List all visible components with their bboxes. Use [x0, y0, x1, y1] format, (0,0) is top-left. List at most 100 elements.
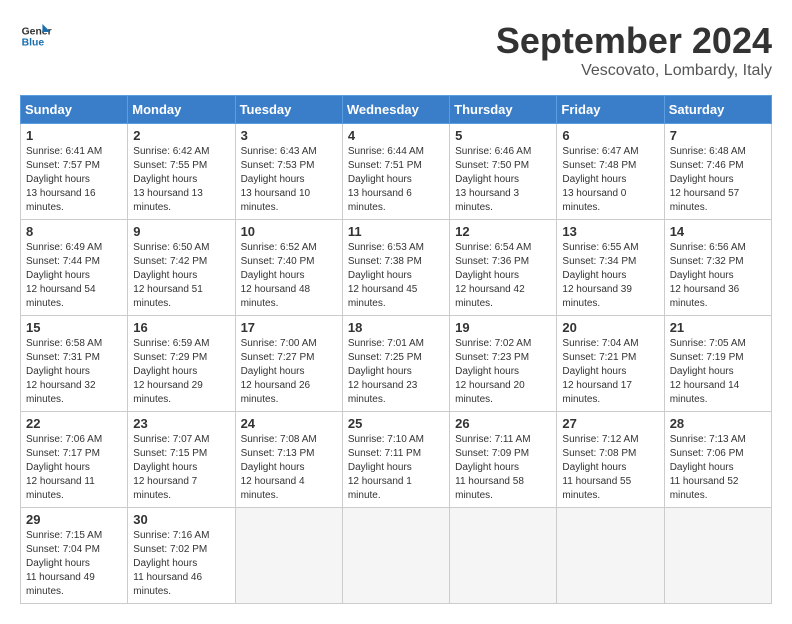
list-item: 24 Sunrise: 7:08 AMSunset: 7:13 PMDayligh… — [235, 412, 342, 508]
cell-info: Sunrise: 6:49 AMSunset: 7:44 PMDaylight … — [26, 241, 122, 311]
table-row: 15 Sunrise: 6:58 AMSunset: 7:31 PMDayligh… — [21, 316, 772, 412]
list-item: 5 Sunrise: 6:46 AMSunset: 7:50 PMDaylight… — [450, 124, 557, 220]
header-thursday: Thursday — [450, 96, 557, 124]
list-item: 15 Sunrise: 6:58 AMSunset: 7:31 PMDayligh… — [21, 316, 128, 412]
title-section: September 2024 Vescovato, Lombardy, Ital… — [496, 20, 772, 80]
day-number: 21 — [670, 320, 766, 335]
calendar-table: Sunday Monday Tuesday Wednesday Thursday… — [20, 95, 772, 604]
list-item: 23 Sunrise: 7:07 AMSunset: 7:15 PMDayligh… — [128, 412, 235, 508]
day-number: 13 — [562, 224, 658, 239]
list-item: 29Sunrise: 7:15 AMSunset: 7:04 PMDayligh… — [21, 508, 128, 604]
cell-info: Sunrise: 7:04 AMSunset: 7:21 PMDaylight … — [562, 337, 658, 407]
cell-info: Sunrise: 6:56 AMSunset: 7:32 PMDaylight … — [670, 241, 766, 311]
day-number: 28 — [670, 416, 766, 431]
day-number: 27 — [562, 416, 658, 431]
list-item: 14 Sunrise: 6:56 AMSunset: 7:32 PMDayligh… — [664, 220, 771, 316]
list-item — [664, 508, 771, 604]
cell-info: Sunrise: 6:53 AMSunset: 7:38 PMDaylight … — [348, 241, 444, 311]
day-number: 5 — [455, 128, 551, 143]
list-item: 27 Sunrise: 7:12 AMSunset: 7:08 PMDayligh… — [557, 412, 664, 508]
day-number: 19 — [455, 320, 551, 335]
day-number: 15 — [26, 320, 122, 335]
list-item: 17 Sunrise: 7:00 AMSunset: 7:27 PMDayligh… — [235, 316, 342, 412]
cell-info: Sunrise: 7:00 AMSunset: 7:27 PMDaylight … — [241, 337, 337, 407]
cell-info: Sunrise: 7:13 AMSunset: 7:06 PMDaylight … — [670, 433, 766, 503]
header-tuesday: Tuesday — [235, 96, 342, 124]
day-number: 6 — [562, 128, 658, 143]
list-item — [450, 508, 557, 604]
list-item: 22Sunrise: 7:06 AMSunset: 7:17 PMDayligh… — [21, 412, 128, 508]
cell-info: Sunrise: 6:48 AMSunset: 7:46 PMDaylight … — [670, 145, 766, 215]
day-number: 12 — [455, 224, 551, 239]
day-number: 8 — [26, 224, 122, 239]
header-monday: Monday — [128, 96, 235, 124]
cell-info: Sunrise: 7:12 AMSunset: 7:08 PMDaylight … — [562, 433, 658, 503]
day-number: 18 — [348, 320, 444, 335]
list-item: 21 Sunrise: 7:05 AMSunset: 7:19 PMDayligh… — [664, 316, 771, 412]
day-number: 7 — [670, 128, 766, 143]
header-friday: Friday — [557, 96, 664, 124]
cell-info: Sunrise: 7:05 AMSunset: 7:19 PMDaylight … — [670, 337, 766, 407]
cell-info: Sunrise: 7:08 AMSunset: 7:13 PMDaylight … — [241, 433, 337, 503]
day-number: 10 — [241, 224, 337, 239]
table-row: 29Sunrise: 7:15 AMSunset: 7:04 PMDayligh… — [21, 508, 772, 604]
logo: General Blue — [20, 20, 52, 52]
list-item: 30Sunrise: 7:16 AMSunset: 7:02 PMDayligh… — [128, 508, 235, 604]
list-item: 13Sunrise: 6:55 AMSunset: 7:34 PMDayligh… — [557, 220, 664, 316]
cell-info: Sunrise: 7:07 AMSunset: 7:15 PMDaylight … — [133, 433, 229, 503]
list-item: 18Sunrise: 7:01 AMSunset: 7:25 PMDayligh… — [342, 316, 449, 412]
page-header: General Blue September 2024 Vescovato, L… — [20, 20, 772, 80]
day-number: 17 — [241, 320, 337, 335]
day-number: 25 — [348, 416, 444, 431]
cell-info: Sunrise: 7:10 AMSunset: 7:11 PMDaylight … — [348, 433, 444, 503]
day-number: 30 — [133, 512, 229, 527]
day-number: 1 — [26, 128, 122, 143]
table-row: 22Sunrise: 7:06 AMSunset: 7:17 PMDayligh… — [21, 412, 772, 508]
list-item: 19Sunrise: 7:02 AMSunset: 7:23 PMDayligh… — [450, 316, 557, 412]
list-item: 20 Sunrise: 7:04 AMSunset: 7:21 PMDayligh… — [557, 316, 664, 412]
list-item: 3 Sunrise: 6:43 AMSunset: 7:53 PMDaylight… — [235, 124, 342, 220]
cell-info: Sunrise: 6:46 AMSunset: 7:50 PMDaylight … — [455, 145, 551, 215]
day-number: 24 — [241, 416, 337, 431]
header-wednesday: Wednesday — [342, 96, 449, 124]
list-item: 1 Sunrise: 6:41 AMSunset: 7:57 PMDaylight… — [21, 124, 128, 220]
list-item: 7 Sunrise: 6:48 AMSunset: 7:46 PMDaylight… — [664, 124, 771, 220]
cell-info: Sunrise: 7:06 AMSunset: 7:17 PMDaylight … — [26, 433, 122, 503]
list-item: 25 Sunrise: 7:10 AMSunset: 7:11 PMDayligh… — [342, 412, 449, 508]
list-item: 9Sunrise: 6:50 AMSunset: 7:42 PMDaylight… — [128, 220, 235, 316]
day-number: 26 — [455, 416, 551, 431]
location-title: Vescovato, Lombardy, Italy — [496, 62, 772, 80]
cell-info: Sunrise: 6:41 AMSunset: 7:57 PMDaylight … — [26, 145, 122, 215]
list-item: 4Sunrise: 6:44 AMSunset: 7:51 PMDaylight… — [342, 124, 449, 220]
cell-info: Sunrise: 6:44 AMSunset: 7:51 PMDaylight … — [348, 145, 444, 215]
day-number: 14 — [670, 224, 766, 239]
header-row: Sunday Monday Tuesday Wednesday Thursday… — [21, 96, 772, 124]
cell-info: Sunrise: 6:43 AMSunset: 7:53 PMDaylight … — [241, 145, 337, 215]
day-number: 20 — [562, 320, 658, 335]
list-item — [557, 508, 664, 604]
cell-info: Sunrise: 6:52 AMSunset: 7:40 PMDaylight … — [241, 241, 337, 311]
cell-info: Sunrise: 6:47 AMSunset: 7:48 PMDaylight … — [562, 145, 658, 215]
cell-info: Sunrise: 6:58 AMSunset: 7:31 PMDaylight … — [26, 337, 122, 407]
day-number: 9 — [133, 224, 229, 239]
list-item: 2Sunrise: 6:42 AMSunset: 7:55 PMDaylight… — [128, 124, 235, 220]
header-sunday: Sunday — [21, 96, 128, 124]
cell-info: Sunrise: 7:11 AMSunset: 7:09 PMDaylight … — [455, 433, 551, 503]
list-item — [235, 508, 342, 604]
day-number: 29 — [26, 512, 122, 527]
table-row: 1 Sunrise: 6:41 AMSunset: 7:57 PMDaylight… — [21, 124, 772, 220]
table-row: 8 Sunrise: 6:49 AMSunset: 7:44 PMDaylight… — [21, 220, 772, 316]
day-number: 2 — [133, 128, 229, 143]
list-item: 8 Sunrise: 6:49 AMSunset: 7:44 PMDaylight… — [21, 220, 128, 316]
cell-info: Sunrise: 6:54 AMSunset: 7:36 PMDaylight … — [455, 241, 551, 311]
day-number: 23 — [133, 416, 229, 431]
list-item: 11Sunrise: 6:53 AMSunset: 7:38 PMDayligh… — [342, 220, 449, 316]
svg-text:Blue: Blue — [22, 38, 45, 49]
day-number: 3 — [241, 128, 337, 143]
header-saturday: Saturday — [664, 96, 771, 124]
cell-info: Sunrise: 6:59 AMSunset: 7:29 PMDaylight … — [133, 337, 229, 407]
list-item: 12 Sunrise: 6:54 AMSunset: 7:36 PMDayligh… — [450, 220, 557, 316]
logo-icon: General Blue — [20, 20, 52, 52]
month-title: September 2024 — [496, 20, 772, 62]
list-item: 16Sunrise: 6:59 AMSunset: 7:29 PMDayligh… — [128, 316, 235, 412]
